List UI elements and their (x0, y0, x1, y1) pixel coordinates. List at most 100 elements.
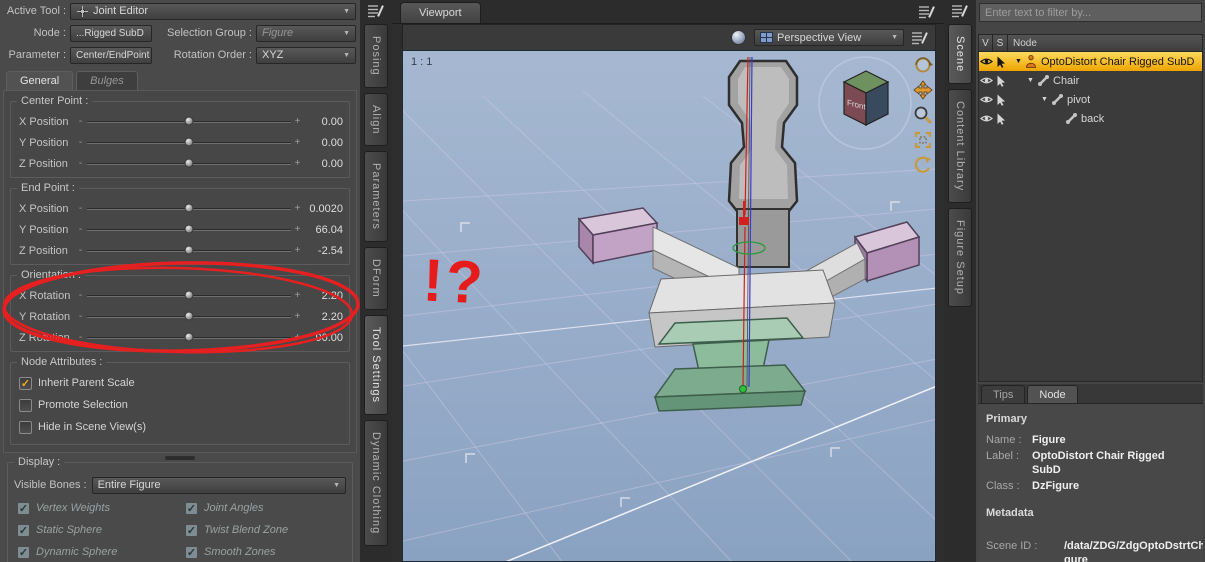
pan-icon[interactable] (913, 80, 933, 100)
left-arm-cap[interactable] (577, 207, 659, 265)
joint-end-marker[interactable] (739, 385, 747, 393)
decrement-icon[interactable]: - (76, 290, 85, 301)
expand-triangle-icon[interactable]: ▼ (1039, 96, 1050, 103)
slider-value[interactable]: 66.04 (302, 224, 346, 236)
scene-node-label[interactable]: OptoDistort Chair Rigged SubD (1041, 56, 1194, 68)
frame-icon[interactable] (913, 130, 933, 150)
slider-track[interactable] (87, 224, 291, 234)
dock-tab-posing[interactable]: Posing (364, 24, 388, 88)
scene-filter-input[interactable] (979, 3, 1202, 22)
viewport-canvas[interactable]: 1 : 1 Front !? (402, 50, 936, 562)
slider-thumb[interactable] (184, 203, 194, 213)
tab-tips[interactable]: Tips (981, 385, 1026, 403)
pane-options-icon[interactable] (367, 3, 385, 19)
increment-icon[interactable]: + (293, 137, 302, 148)
tab-node[interactable]: Node (1027, 385, 1078, 403)
scene-node-label[interactable]: pivot (1067, 94, 1090, 106)
checkbox-smooth-zones[interactable]: ✓ Smooth Zones (180, 541, 348, 562)
increment-icon[interactable]: + (293, 203, 302, 214)
checkbox-inherit-parent-scale[interactable]: ✓ Inherit Parent Scale (14, 372, 346, 394)
slider-value[interactable]: 90.00 (302, 332, 346, 344)
checkbox[interactable]: ✓ (19, 376, 32, 390)
decrement-icon[interactable]: - (76, 158, 85, 169)
pane-options-icon[interactable] (911, 30, 929, 46)
decrement-icon[interactable]: - (76, 245, 85, 256)
slider-value[interactable]: 0.0020 (302, 203, 346, 215)
checkbox-dynamic-sphere[interactable]: ✓ Dynamic Sphere (12, 541, 180, 562)
visibility-eye-icon[interactable] (979, 57, 994, 66)
visible-bones-select[interactable]: Entire Figure ▼ (91, 476, 346, 494)
selection-cursor-icon[interactable] (994, 75, 1009, 87)
scene-node-label[interactable]: back (1081, 113, 1104, 125)
slider-value[interactable]: 0.00 (302, 116, 346, 128)
checkbox[interactable]: ✓ (185, 545, 198, 559)
dock-tab-dynamic-clothing[interactable]: Dynamic Clothing (364, 419, 388, 546)
column-node[interactable]: Node (1008, 34, 1203, 52)
decrement-icon[interactable]: - (76, 311, 85, 322)
view-selector[interactable]: Perspective View ▼ (754, 29, 904, 46)
dock-tab-align[interactable]: Align (364, 92, 388, 147)
dock-tab-tool-settings[interactable]: Tool Settings (364, 314, 388, 415)
slider-value[interactable]: 2.20 (302, 290, 346, 302)
home-view-icon[interactable] (913, 155, 933, 175)
scene-tree-row-figure[interactable]: ▼ OptoDistort Chair Rigged SubD (979, 52, 1202, 71)
joint-center-marker[interactable] (739, 217, 749, 225)
slider-track[interactable] (87, 116, 291, 126)
increment-icon[interactable]: + (293, 158, 302, 169)
tab-bulges[interactable]: Bulges (76, 71, 138, 90)
visibility-eye-icon[interactable] (979, 114, 994, 123)
selection-cursor-icon[interactable] (994, 56, 1009, 68)
checkbox-hide-in-scene-views[interactable]: Hide in Scene View(s) (14, 416, 346, 438)
tab-viewport[interactable]: Viewport (400, 2, 481, 23)
checkbox-promote-selection[interactable]: Promote Selection (14, 394, 346, 416)
rotation-order-select[interactable]: XYZ ▼ (256, 46, 356, 64)
view-cube[interactable]: Front (835, 65, 897, 129)
checkbox[interactable]: ✓ (185, 501, 198, 515)
slider-track[interactable] (87, 290, 291, 300)
slider-value[interactable]: 0.00 (302, 158, 346, 170)
visibility-eye-icon[interactable] (979, 76, 994, 85)
slider-value[interactable]: 0.00 (302, 137, 346, 149)
scene-node-label[interactable]: Chair (1053, 75, 1079, 87)
selection-group-select[interactable]: Figure ▼ (256, 24, 356, 42)
slider-track[interactable] (87, 203, 291, 213)
checkbox[interactable]: ✓ (17, 523, 30, 537)
checkbox[interactable] (19, 398, 32, 412)
slider-track[interactable] (87, 332, 291, 342)
active-tool-select[interactable]: Joint Editor ▼ (70, 2, 356, 20)
sphere-icon[interactable] (730, 29, 747, 46)
checkbox[interactable]: ✓ (17, 545, 30, 559)
slider-thumb[interactable] (184, 137, 194, 147)
slider-thumb[interactable] (184, 245, 194, 255)
expand-triangle-icon[interactable]: ▼ (1025, 77, 1036, 84)
increment-icon[interactable]: + (293, 224, 302, 235)
checkbox[interactable]: ✓ (17, 501, 30, 515)
slider-thumb[interactable] (184, 224, 194, 234)
checkbox-static-sphere[interactable]: ✓ Static Sphere (12, 519, 180, 541)
scene-tree-row-back[interactable]: back (979, 109, 1202, 128)
dock-tab-dform[interactable]: DForm (364, 246, 388, 310)
dock-tab-parameters[interactable]: Parameters (364, 151, 388, 242)
scene-tree-row-pivot[interactable]: ▼ pivot (979, 90, 1202, 109)
checkbox-vertex-weights[interactable]: ✓ Vertex Weights (12, 497, 180, 519)
increment-icon[interactable]: + (293, 290, 302, 301)
expand-triangle-icon[interactable]: ▼ (1013, 58, 1024, 65)
pane-options-icon[interactable] (951, 3, 969, 19)
dock-tab-scene[interactable]: Scene (948, 24, 972, 85)
slider-thumb[interactable] (184, 311, 194, 321)
increment-icon[interactable]: + (293, 245, 302, 256)
slider-value[interactable]: 2.20 (302, 311, 346, 323)
node-select[interactable]: ...Rigged SubD ▼ (70, 24, 152, 42)
decrement-icon[interactable]: - (76, 224, 85, 235)
parameter-select[interactable]: Center/EndPoint ▼ (70, 46, 152, 64)
checkbox[interactable] (19, 420, 32, 434)
slider-track[interactable] (87, 245, 291, 255)
visibility-eye-icon[interactable] (979, 95, 994, 104)
slider-track[interactable] (87, 137, 291, 147)
slider-thumb[interactable] (184, 332, 194, 342)
slider-thumb[interactable] (184, 290, 194, 300)
pane-options-icon[interactable] (918, 4, 936, 20)
slider-track[interactable] (87, 311, 291, 321)
decrement-icon[interactable]: - (76, 137, 85, 148)
dock-tab-figure-setup[interactable]: Figure Setup (948, 208, 972, 308)
